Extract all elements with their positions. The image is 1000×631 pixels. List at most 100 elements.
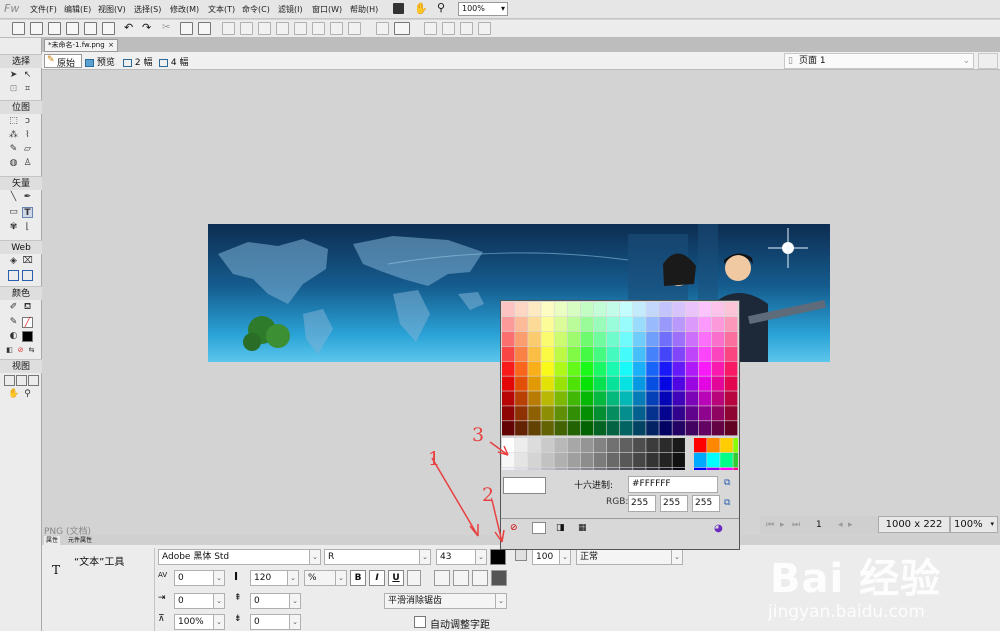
color-swatch[interactable] [541,302,554,317]
ungroup-icon[interactable] [240,22,253,35]
basic-color-swatch[interactable] [733,438,738,453]
grey-swatch[interactable] [593,452,607,468]
leading-input[interactable]: 120 [250,570,288,586]
rubber-stamp-icon[interactable]: ♙ [22,158,33,169]
grey-swatch[interactable] [541,452,554,468]
eraser-tool-icon[interactable]: ▱ [22,144,33,155]
color-swatch[interactable] [724,302,738,317]
freeform-tool-icon[interactable]: ✾ [8,222,19,233]
color-swatch[interactable] [633,302,646,317]
color-swatch[interactable] [711,316,725,332]
color-swatch[interactable] [659,361,672,376]
scale-tool-icon[interactable]: ⊡ [8,84,19,95]
color-swatch[interactable] [659,376,672,391]
basic-color-swatch[interactable] [707,467,720,470]
indent-input[interactable]: 0 [174,593,214,609]
color-swatch[interactable] [528,316,541,332]
no-stroke-icon[interactable]: ⊘ [15,345,26,356]
new-icon[interactable] [12,22,25,35]
color-swatch[interactable] [502,302,515,317]
grey-swatch[interactable] [672,452,685,468]
marquee-tool-icon[interactable]: ⬚ [8,116,19,127]
hand-tool-icon[interactable]: ✋ [8,389,19,400]
color-swatch[interactable] [620,302,633,317]
color-wheel-icon[interactable]: ◕ [714,523,723,534]
grey-swatch[interactable] [633,438,646,453]
antialias-dropdown[interactable]: ⌄ [495,593,507,609]
color-swatch[interactable] [633,361,646,376]
tab-properties[interactable]: 属性 [44,536,61,545]
opacity-input[interactable]: 100 [532,549,560,565]
space-after-dropdown[interactable]: ⌄ [289,614,301,630]
font-family-dropdown[interactable]: ⌄ [309,549,321,565]
grey-swatch[interactable] [606,438,620,453]
color-swatch[interactable] [659,302,672,317]
print-icon[interactable] [102,22,115,35]
rgb-red-input[interactable]: 255 [628,495,656,512]
color-swatch[interactable] [724,391,738,406]
color-swatch[interactable] [580,302,594,317]
color-swatch[interactable] [606,391,620,406]
opacity-dropdown[interactable]: ⌄ [559,549,571,565]
export-icon[interactable] [84,22,97,35]
cut-icon[interactable]: ✂ [162,22,170,33]
fill-swatch[interactable] [22,331,33,342]
grey-swatch[interactable] [593,438,607,453]
color-swatch[interactable] [606,331,620,347]
color-swatch[interactable] [515,302,528,317]
leading-unit-select[interactable]: % [304,570,336,586]
next-frame-icon[interactable]: ▸ [848,520,853,530]
basic-color-swatch[interactable] [694,452,707,468]
color-swatch[interactable] [711,376,725,391]
color-swatch[interactable] [724,316,738,332]
color-swatch[interactable] [528,361,541,376]
view-4up-button[interactable]: 4 幅 [159,55,188,68]
grey-swatch[interactable] [659,452,672,468]
color-swatch[interactable] [515,316,528,332]
crop-tool-icon[interactable]: ⌗ [22,84,33,95]
grey-swatch[interactable] [528,467,541,470]
color-swatch[interactable] [620,331,633,347]
underline-button[interactable]: U [388,570,404,586]
color-swatch[interactable] [502,406,515,421]
open-icon[interactable] [48,22,61,35]
color-swatch[interactable] [606,302,620,317]
fill-color-icon[interactable]: ◐ [8,331,19,342]
color-swatch[interactable] [672,376,685,391]
color-swatch[interactable] [672,316,685,332]
grey-swatch[interactable] [541,438,554,453]
color-swatch[interactable] [659,391,672,406]
color-swatch[interactable] [698,331,712,347]
flip-v-icon[interactable] [478,22,491,35]
color-swatch[interactable] [711,391,725,406]
color-swatch[interactable] [698,376,712,391]
color-swatch[interactable] [698,406,712,421]
basic-color-swatch[interactable] [707,452,720,468]
color-swatch[interactable] [711,406,725,421]
color-swatch[interactable] [554,406,567,421]
color-swatch[interactable] [580,361,594,376]
color-swatch[interactable] [502,361,515,376]
color-swatch[interactable] [724,406,738,421]
color-swatch[interactable] [606,316,620,332]
indent-dropdown[interactable]: ⌄ [213,593,225,609]
color-swatch[interactable] [711,421,725,436]
color-swatch[interactable] [528,406,541,421]
color-swatch[interactable] [620,391,633,406]
color-swatch[interactable] [580,346,594,361]
join-icon[interactable] [258,22,271,35]
basic-color-swatch[interactable] [720,452,733,468]
color-swatch[interactable] [541,376,554,391]
color-swatch[interactable] [554,421,567,436]
view-original-button[interactable]: ✎ 原始 [44,54,82,69]
system-picker-icon[interactable]: ⧉ [724,478,730,488]
color-swatch[interactable] [567,391,581,406]
lasso-tool-icon[interactable]: ↄ [22,116,33,127]
menu-text[interactable]: 文本(T) [208,4,235,15]
color-swatch[interactable] [646,302,659,317]
stroke-color-icon[interactable]: ✎ [8,317,19,328]
color-swatch[interactable] [554,302,567,317]
view-2up-button[interactable]: 2 幅 [123,55,152,68]
justify-button[interactable] [491,570,507,586]
grey-swatch[interactable] [672,467,685,470]
